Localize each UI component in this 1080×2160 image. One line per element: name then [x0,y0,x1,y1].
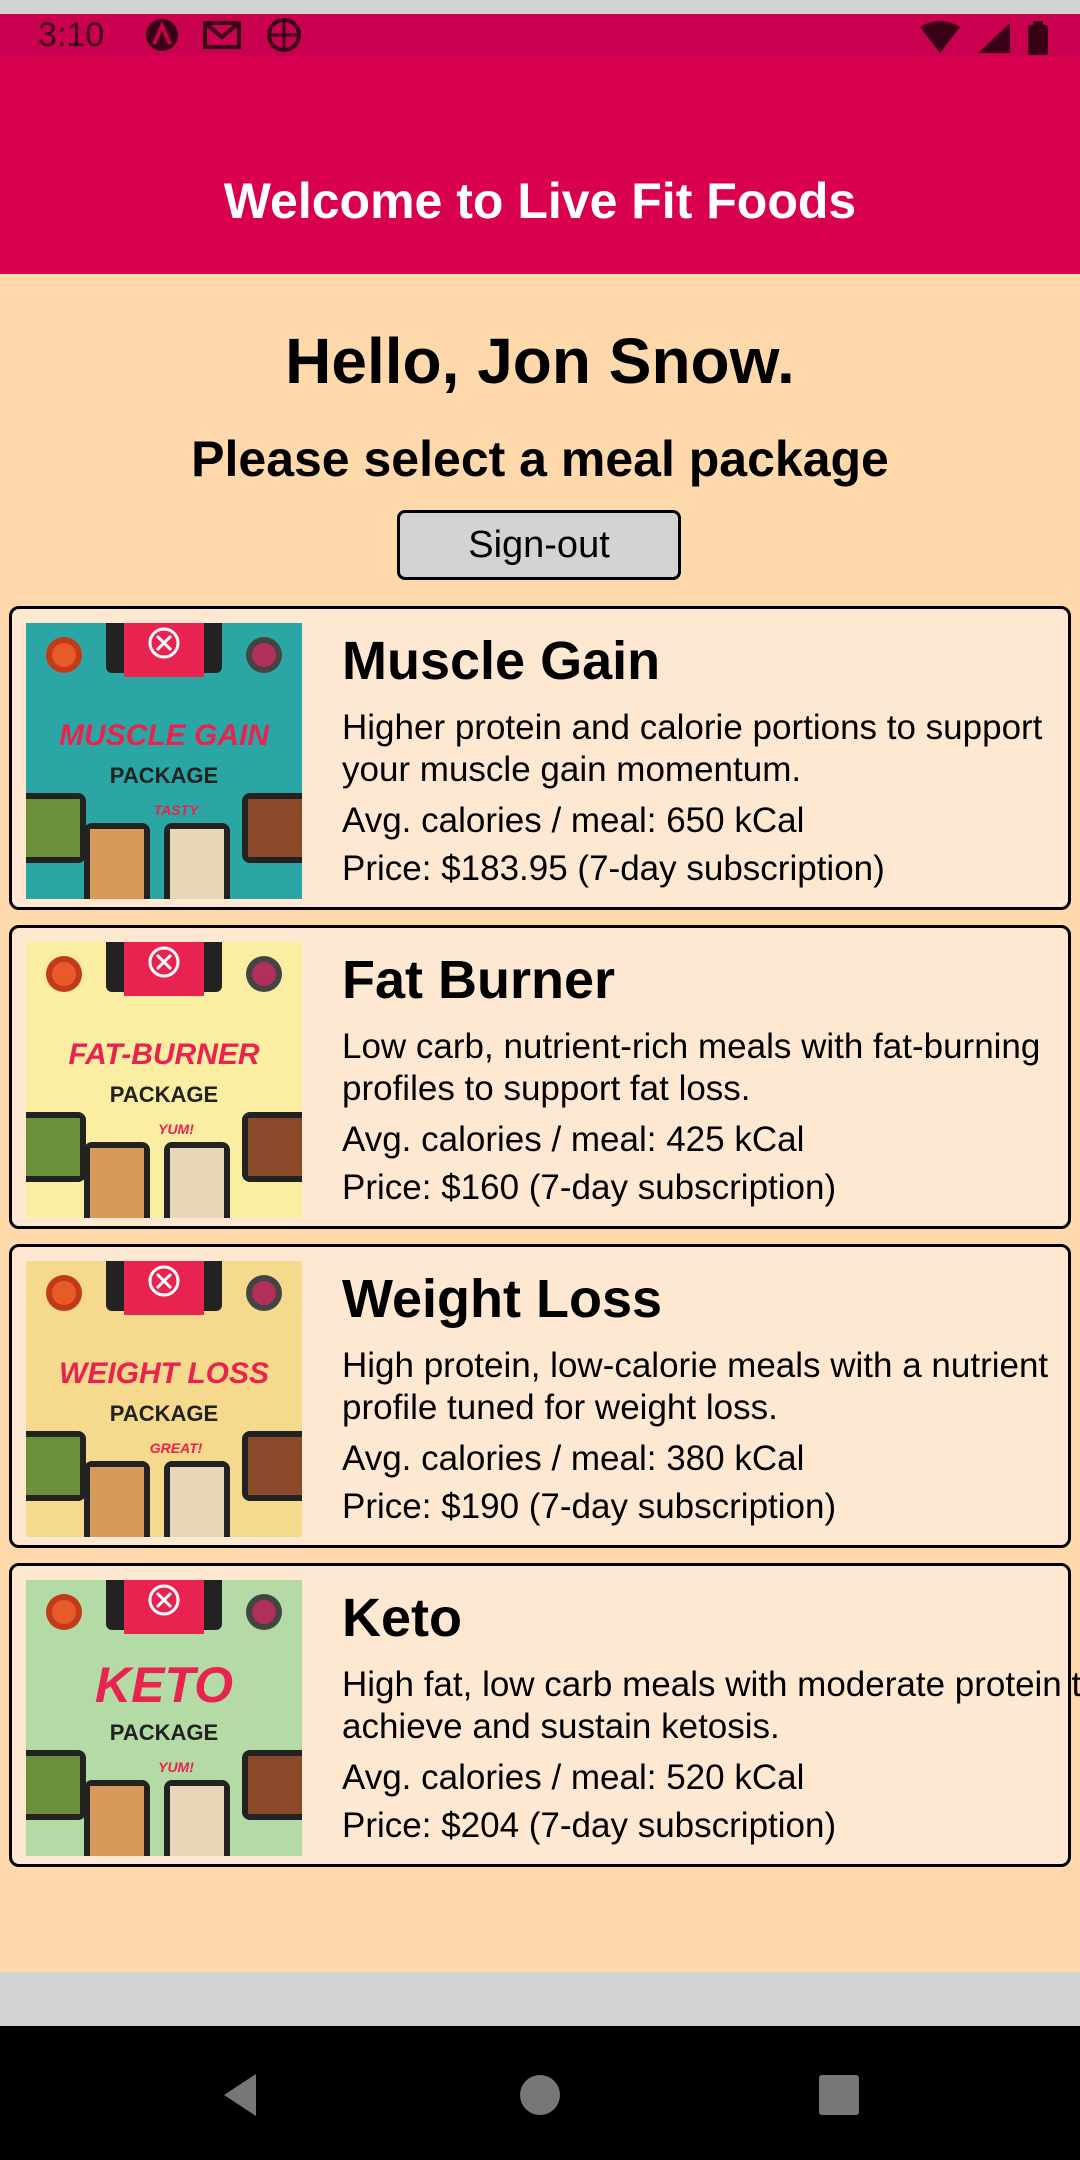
package-calories: Avg. calories / meal: 425 kCal [342,1120,805,1159]
status-indicators [918,20,1050,56]
package-calories: Avg. calories / meal: 380 kCal [342,1439,805,1478]
image-tag-text: YUM! [158,1121,194,1137]
package-title: Fat Burner [342,950,616,1010]
package-price: Price: $204 (7-day subscription) [342,1806,837,1845]
package-price: Price: $160 (7-day subscription) [342,1168,837,1207]
package-description: High fat, low carb meals with moderate p… [342,1665,1080,1746]
image-title-text: MUSCLE GAIN [59,719,270,752]
package-image: KETO PACKAGE YUM! [26,1580,302,1856]
image-title-text: FAT-BURNER [68,1038,259,1071]
package-title: Muscle Gain [342,631,661,691]
image-tag-text: TASTY [154,802,201,818]
image-sub-text: PACKAGE [110,1401,218,1426]
image-title-text: KETO [95,1657,233,1713]
package-title: Keto [342,1588,462,1648]
app-bar: Welcome to Live Fit Foods [0,56,1080,274]
back-icon[interactable] [216,2070,266,2120]
image-sub-text: PACKAGE [110,1720,218,1745]
basketball-icon [267,18,301,52]
notification-app-icon [146,19,178,51]
package-details: Muscle Gain Higher protein and calorie p… [342,629,1080,891]
home-icon[interactable] [515,2070,565,2120]
image-tag-text: GREAT! [150,1440,203,1456]
image-sub-text: PACKAGE [110,763,218,788]
package-description: Low carb, nutrient-rich meals with fat-b… [342,1027,1041,1108]
package-price: Price: $183.95 (7-day subscription) [342,849,885,888]
signal-icon [978,23,1010,53]
package-image: FAT-BURNER PACKAGE YUM! [26,942,302,1218]
wifi-icon [920,21,960,53]
package-details: Fat Burner Low carb, nutrient-rich meals… [342,948,1080,1210]
status-bar: 3:10 [0,14,1080,56]
package-description: High protein, low-calorie meals with a n… [342,1346,1049,1427]
page-subtitle: Please select a meal package [191,431,889,487]
image-tag-text: YUM! [158,1759,194,1775]
sign-out-button[interactable]: Sign-out [397,510,681,580]
package-image: MUSCLE GAIN PACKAGE TASTY [26,623,302,899]
package-card[interactable]: MUSCLE GAIN PACKAGE TASTY Muscle Gain Hi… [9,606,1071,910]
gmail-icon [203,21,241,49]
package-details: Keto High fat, low carb meals with moder… [342,1586,1080,1848]
main-content: Hello, Jon Snow. Please select a meal pa… [0,274,1080,1972]
package-details: Weight Loss High protein, low-calorie me… [342,1267,1080,1529]
greeting-text: Hello, Jon Snow. [285,325,795,397]
package-card[interactable]: KETO PACKAGE YUM! Keto High fat, low car… [9,1563,1080,1867]
package-image: WEIGHT LOSS PACKAGE GREAT! [26,1261,302,1537]
image-sub-text: PACKAGE [110,1082,218,1107]
package-description: Higher protein and calorie portions to s… [342,708,1043,789]
navigation-bar [0,2026,1080,2160]
package-card[interactable]: WEIGHT LOSS PACKAGE GREAT! Weight Loss H… [9,1244,1071,1548]
package-price: Price: $190 (7-day subscription) [342,1487,837,1526]
package-calories: Avg. calories / meal: 650 kCal [342,801,805,840]
recents-icon[interactable] [814,2070,864,2120]
status-time: 3:10 [38,16,105,54]
package-card[interactable]: FAT-BURNER PACKAGE YUM! Fat Burner Low c… [9,925,1071,1229]
battery-icon [1028,21,1048,55]
package-calories: Avg. calories / meal: 520 kCal [342,1758,805,1797]
app-title: Welcome to Live Fit Foods [223,173,857,229]
image-title-text: WEIGHT LOSS [59,1357,269,1390]
top-edge [0,0,1080,14]
package-title: Weight Loss [342,1269,663,1329]
